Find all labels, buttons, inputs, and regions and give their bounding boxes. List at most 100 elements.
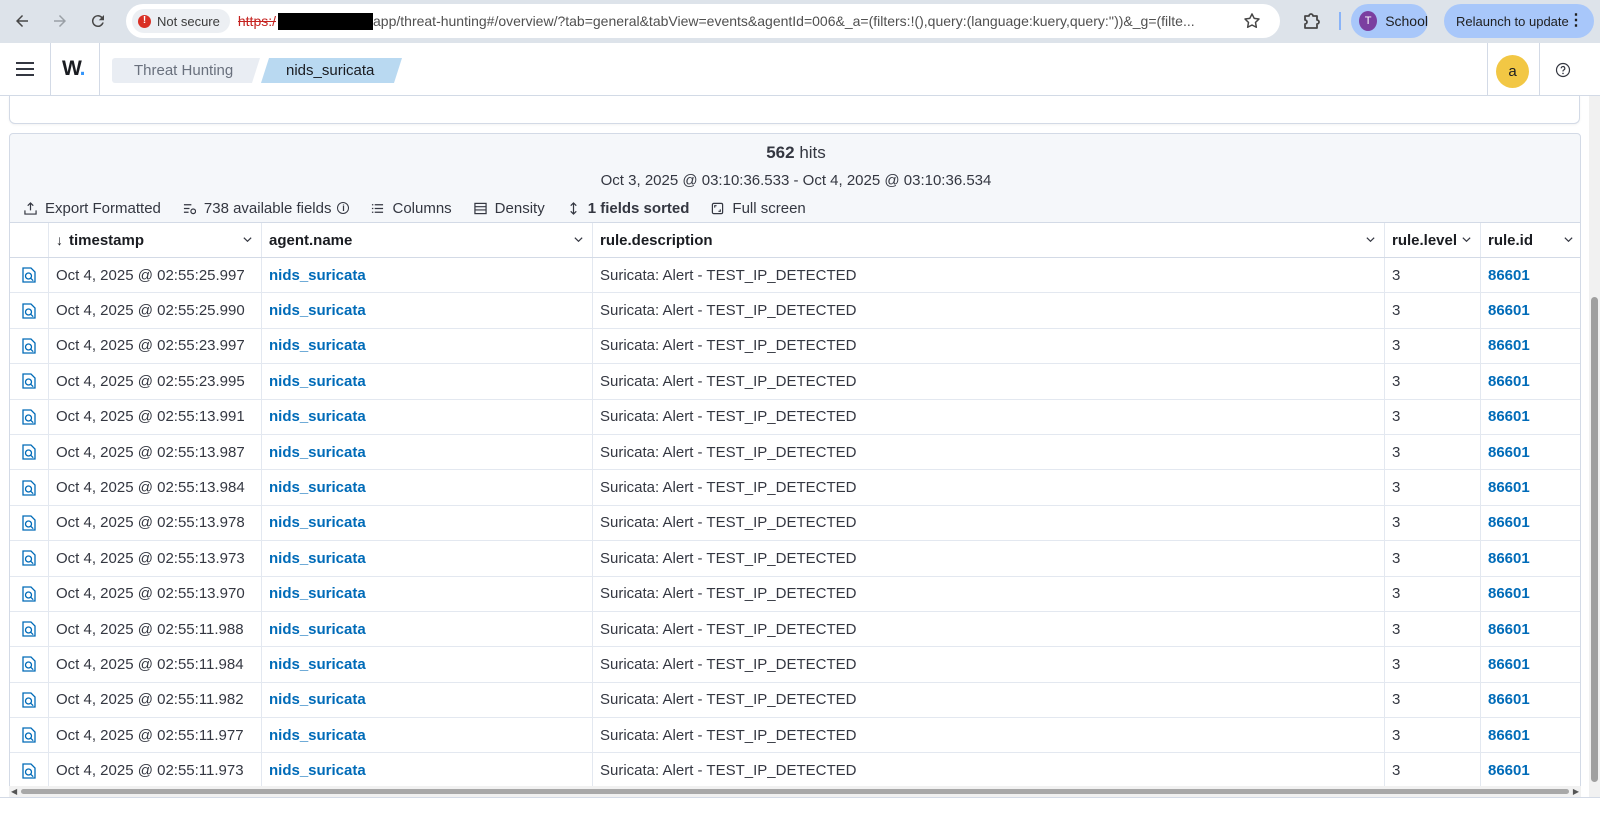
table-row[interactable]: Oct 4, 2025 @ 02:55:11.988 nids_suricata S…	[10, 611, 1580, 648]
agent-link[interactable]: nids_suricata	[269, 727, 366, 744]
breadcrumb-threat-hunting[interactable]: Threat Hunting	[112, 58, 260, 83]
fullscreen-button[interactable]: Full screen	[711, 200, 806, 217]
agent-link[interactable]: nids_suricata	[269, 656, 366, 673]
chevron-down-icon[interactable]	[1461, 234, 1472, 245]
inspect-button[interactable]	[10, 753, 49, 788]
inspect-button[interactable]	[10, 364, 49, 399]
table-row[interactable]: Oct 4, 2025 @ 02:55:11.982 nids_suricata S…	[10, 682, 1580, 719]
horizontal-scroll-thumb[interactable]	[21, 789, 1569, 794]
vertical-scroll-thumb[interactable]	[1591, 297, 1598, 782]
inspect-button[interactable]	[10, 682, 49, 718]
table-row[interactable]: Oct 4, 2025 @ 02:55:11.973 nids_suricata S…	[10, 753, 1580, 789]
url-text[interactable]: https:/ app/threat-hunting#/overview/?ta…	[238, 12, 1238, 30]
column-header-agent-name[interactable]: agent.name	[262, 223, 593, 257]
security-indicator[interactable]: ! Not secure	[132, 9, 230, 33]
rule-id-link[interactable]: 86601	[1488, 373, 1530, 390]
back-button[interactable]	[8, 7, 36, 35]
rule-id-link[interactable]: 86601	[1488, 444, 1530, 461]
rule-id-link[interactable]: 86601	[1488, 514, 1530, 531]
columns-button[interactable]: Columns	[371, 200, 452, 217]
user-avatar[interactable]: a	[1496, 55, 1529, 88]
inspect-button[interactable]	[10, 293, 49, 328]
inspect-button[interactable]	[10, 611, 49, 647]
inspect-button[interactable]	[10, 399, 49, 434]
agent-link[interactable]: nids_suricata	[269, 444, 366, 461]
horizontal-scrollbar[interactable]: ◀ ▶	[9, 786, 1581, 797]
agent-link[interactable]: nids_suricata	[269, 550, 366, 567]
table-row[interactable]: Oct 4, 2025 @ 02:55:13.987 nids_suricata S…	[10, 434, 1580, 471]
rule-id-link[interactable]: 86601	[1488, 727, 1530, 744]
puzzle-icon[interactable]	[1300, 9, 1324, 33]
inspect-button[interactable]	[10, 434, 49, 470]
column-header-rule-level[interactable]: rule.level	[1385, 223, 1481, 257]
inspect-button[interactable]	[10, 470, 49, 505]
chevron-down-icon[interactable]	[573, 234, 584, 245]
scroll-right-icon[interactable]: ▶	[1573, 786, 1579, 797]
agent-link[interactable]: nids_suricata	[269, 267, 366, 284]
inspect-button[interactable]	[10, 718, 49, 753]
rule-id-link[interactable]: 86601	[1488, 762, 1530, 779]
reload-button[interactable]	[84, 7, 112, 35]
rule-id-link[interactable]: 86601	[1488, 408, 1530, 425]
inspect-button[interactable]	[10, 258, 49, 293]
table-row[interactable]: Oct 4, 2025 @ 02:55:13.973 nids_suricata S…	[10, 541, 1580, 577]
agent-link[interactable]: nids_suricata	[269, 621, 366, 638]
column-header-rule-description[interactable]: rule.description	[593, 223, 1385, 257]
help-icon[interactable]	[1555, 62, 1571, 78]
rule-id-link[interactable]: 86601	[1488, 656, 1530, 673]
rule-id-link[interactable]: 86601	[1488, 267, 1530, 284]
chevron-down-icon[interactable]	[1365, 234, 1376, 245]
inspect-button[interactable]	[10, 328, 49, 364]
agent-link[interactable]: nids_suricata	[269, 302, 366, 319]
agent-link[interactable]: nids_suricata	[269, 479, 366, 496]
inspect-button[interactable]	[10, 576, 49, 611]
available-fields-button[interactable]: 738 available fields i	[183, 200, 350, 217]
column-header-timestamp[interactable]: ↓ timestamp	[49, 223, 262, 257]
chevron-down-icon[interactable]	[242, 234, 253, 245]
agent-link[interactable]: nids_suricata	[269, 691, 366, 708]
scroll-left-icon[interactable]: ◀	[11, 786, 17, 797]
export-button[interactable]: Export Formatted	[24, 200, 161, 217]
address-bar[interactable]: ! Not secure https:/ app/threat-hunting#…	[126, 4, 1280, 38]
star-icon[interactable]	[1242, 11, 1262, 31]
chevron-down-icon[interactable]	[1563, 234, 1574, 245]
table-row[interactable]: Oct 4, 2025 @ 02:55:25.990 nids_suricata S…	[10, 293, 1580, 329]
table-row[interactable]: Oct 4, 2025 @ 02:55:13.970 nids_suricata S…	[10, 576, 1580, 612]
table-row[interactable]: Oct 4, 2025 @ 02:55:11.977 nids_suricata S…	[10, 718, 1580, 754]
rule-id-link[interactable]: 86601	[1488, 621, 1530, 638]
hamburger-icon[interactable]	[15, 59, 35, 79]
table-row[interactable]: Oct 4, 2025 @ 02:55:13.978 nids_suricata S…	[10, 505, 1580, 542]
agent-link[interactable]: nids_suricata	[269, 337, 366, 354]
sort-button[interactable]: 1 fields sorted	[567, 200, 689, 217]
agent-link[interactable]: nids_suricata	[269, 373, 366, 390]
breadcrumb-agent[interactable]: nids_suricata	[261, 58, 402, 83]
table-row[interactable]: Oct 4, 2025 @ 02:55:13.984 nids_suricata S…	[10, 470, 1580, 506]
agent-link[interactable]: nids_suricata	[269, 514, 366, 531]
table-row[interactable]: Oct 4, 2025 @ 02:55:13.991 nids_suricata S…	[10, 399, 1580, 435]
rule-id-link[interactable]: 86601	[1488, 585, 1530, 602]
rule-id-link[interactable]: 86601	[1488, 691, 1530, 708]
rule-id-link[interactable]: 86601	[1488, 479, 1530, 496]
info-icon[interactable]: i	[337, 202, 350, 214]
column-header-rule-id[interactable]: rule.id	[1481, 223, 1580, 257]
rule-id-link[interactable]: 86601	[1488, 550, 1530, 567]
inspect-button[interactable]	[10, 541, 49, 576]
rule-id-link[interactable]: 86601	[1488, 337, 1530, 354]
wazuh-logo[interactable]: W.	[62, 57, 85, 81]
density-button[interactable]: Density	[473, 200, 545, 217]
sort-icon	[569, 201, 577, 215]
profile-button[interactable]: T School	[1351, 4, 1428, 38]
table-row[interactable]: Oct 4, 2025 @ 02:55:25.997 nids_suricata S…	[10, 258, 1580, 294]
forward-button[interactable]	[46, 7, 74, 35]
inspect-button[interactable]	[10, 647, 49, 682]
agent-link[interactable]: nids_suricata	[269, 585, 366, 602]
table-row[interactable]: Oct 4, 2025 @ 02:55:23.997 nids_suricata S…	[10, 328, 1580, 365]
cell-rule-id: 86601	[1481, 647, 1580, 681]
table-row[interactable]: Oct 4, 2025 @ 02:55:11.984 nids_suricata S…	[10, 647, 1580, 683]
agent-link[interactable]: nids_suricata	[269, 408, 366, 425]
inspect-button[interactable]	[10, 505, 49, 541]
table-row[interactable]: Oct 4, 2025 @ 02:55:23.995 nids_suricata S…	[10, 364, 1580, 400]
relaunch-button[interactable]: Relaunch to update ⋮	[1444, 4, 1594, 38]
rule-id-link[interactable]: 86601	[1488, 302, 1530, 319]
agent-link[interactable]: nids_suricata	[269, 762, 366, 779]
